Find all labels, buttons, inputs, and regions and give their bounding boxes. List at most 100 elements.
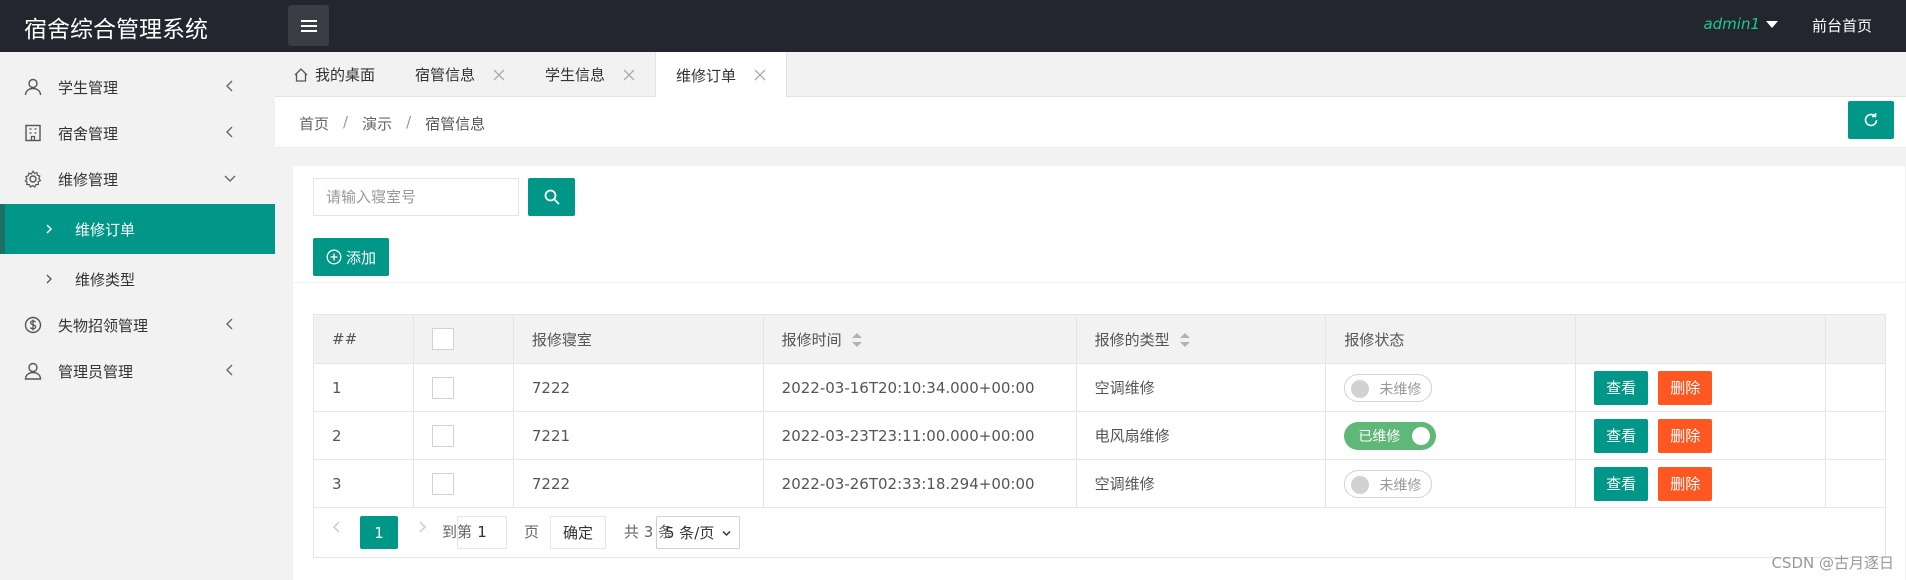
column-header-room: 报修寝室: [512, 314, 764, 364]
username: admin1: [1703, 15, 1760, 33]
sort-icon[interactable]: [1179, 333, 1190, 347]
sidebar-subitem-label: 维修订单: [75, 220, 136, 239]
dollar-circle-icon: [24, 316, 42, 334]
close-icon[interactable]: [623, 69, 635, 81]
room-search-input[interactable]: [313, 178, 519, 216]
tab-repair-orders[interactable]: 维修订单: [655, 52, 788, 98]
close-icon[interactable]: [754, 69, 766, 81]
status-switch[interactable]: 已维修: [1344, 421, 1437, 450]
table-row: 3 7222 2022-03-26T02:33:18.294+00:00 空调维…: [313, 459, 1887, 508]
status-switch[interactable]: 未维修: [1344, 469, 1433, 498]
page-size-value: 5 条/页: [665, 524, 715, 542]
menu-toggle-button[interactable]: [288, 5, 329, 46]
tab-dorm-admin-info[interactable]: 宿管信息: [415, 52, 505, 97]
breadcrumb-separator: /: [406, 113, 412, 131]
refresh-button[interactable]: [1848, 101, 1894, 139]
table-row: 2 7221 2022-03-23T23:11:00.000+00:00 电风扇…: [313, 411, 1887, 460]
tab-student-info[interactable]: 学生信息: [545, 52, 635, 97]
chevron-left-icon: [226, 364, 233, 376]
tab-my-desktop[interactable]: 我的桌面: [293, 52, 375, 97]
prev-page-icon[interactable]: [332, 520, 342, 534]
view-button[interactable]: 查看: [1594, 418, 1649, 453]
column-header-label: 报修的类型: [1094, 330, 1170, 349]
breadcrumb-bar: 首页 / 演示 / 宿管信息: [275, 97, 1906, 148]
add-button-label: 添加: [345, 248, 376, 267]
cell-status: 未维修: [1325, 459, 1577, 508]
column-header-index: ##: [313, 314, 414, 364]
page-size-select[interactable]: 5 条/页: [656, 516, 740, 549]
close-icon[interactable]: [493, 69, 505, 81]
sidebar-item-label: 学生管理: [58, 78, 119, 97]
tab-label: 学生信息: [545, 66, 606, 84]
delete-button[interactable]: 删除: [1658, 370, 1713, 405]
repair-orders-table: ## 报修寝室 报修时间 报修的类型 报修状态 1 7222 2022-03-1…: [313, 314, 1887, 508]
add-circle-icon: [326, 249, 342, 265]
row-checkbox[interactable]: [431, 424, 454, 447]
chevron-down-icon: [224, 175, 236, 182]
cell-time: 2022-03-23T23:11:00.000+00:00: [762, 411, 1077, 460]
content-card: 添加 ## 报修寝室 报修时间 报修的类型 报修状态 1 7222 202: [293, 166, 1905, 580]
chevron-left-icon: [226, 318, 233, 330]
goto-page-input[interactable]: 1: [457, 516, 507, 549]
column-header-type[interactable]: 报修的类型: [1075, 314, 1327, 364]
status-switch[interactable]: 未维修: [1344, 373, 1433, 402]
row-checkbox[interactable]: [431, 376, 454, 399]
admin-user-icon: [24, 362, 42, 380]
sidebar-item-lost-found[interactable]: 失物招领管理: [0, 302, 275, 348]
sidebar-subitem-repair-orders[interactable]: 维修订单: [0, 204, 275, 254]
sidebar-subitem-label: 维修类型: [75, 270, 136, 289]
delete-button[interactable]: 删除: [1658, 418, 1713, 453]
front-home-link[interactable]: 前台首页: [1812, 15, 1872, 36]
cell-extra: [1824, 363, 1887, 412]
goto-confirm-button[interactable]: 确定: [550, 516, 606, 549]
cell-time: 2022-03-16T20:10:34.000+00:00: [762, 363, 1077, 412]
tab-label: 维修订单: [676, 66, 737, 85]
cell-room: 7221: [512, 411, 764, 460]
sidebar-item-admins[interactable]: 管理员管理: [0, 348, 275, 394]
column-header-status: 报修状态: [1325, 314, 1577, 364]
app-title: 宿舍综合管理系统: [24, 17, 208, 43]
cell-status: 未维修: [1325, 363, 1577, 412]
building-icon: [25, 124, 41, 142]
sidebar-item-repairs[interactable]: 维修管理: [0, 156, 275, 202]
cell-time: 2022-03-26T02:33:18.294+00:00: [762, 459, 1077, 508]
page-number-current[interactable]: 1: [360, 516, 398, 549]
column-header-select: [412, 314, 514, 364]
switch-knob: [1412, 426, 1431, 445]
chevron-left-icon: [226, 80, 233, 92]
add-button[interactable]: 添加: [313, 238, 389, 276]
user-menu[interactable]: admin1: [1703, 15, 1778, 33]
sidebar-item-label: 维修管理: [58, 170, 119, 189]
delete-button[interactable]: 删除: [1658, 466, 1713, 501]
gear-icon: [24, 170, 42, 188]
table-row: 1 7222 2022-03-16T20:10:34.000+00:00 空调维…: [313, 363, 1887, 412]
sidebar-subitem-repair-types[interactable]: 维修类型: [0, 254, 275, 304]
cell-extra: [1824, 459, 1887, 508]
chevron-left-icon: [226, 126, 233, 138]
column-header-time[interactable]: 报修时间: [762, 314, 1077, 364]
cell-index: 1: [313, 363, 414, 412]
page-unit-label: 页: [524, 523, 540, 541]
table-header-row: ## 报修寝室 报修时间 报修的类型 报修状态: [313, 314, 1887, 364]
next-page-icon[interactable]: [417, 520, 427, 534]
status-text: 已维修: [1358, 428, 1401, 445]
breadcrumb-home[interactable]: 首页: [299, 113, 329, 134]
cell-index: 3: [313, 459, 414, 508]
view-button[interactable]: 查看: [1594, 466, 1649, 501]
breadcrumb-demo[interactable]: 演示: [362, 113, 392, 134]
caret-down-icon: [1766, 20, 1778, 28]
cell-type: 电风扇维修: [1075, 411, 1327, 460]
sidebar-item-students[interactable]: 学生管理: [0, 64, 275, 110]
cell-type: 空调维修: [1075, 363, 1327, 412]
row-checkbox[interactable]: [431, 472, 454, 495]
tab-label: 宿管信息: [415, 66, 476, 84]
sidebar-item-dorms[interactable]: 宿舍管理: [0, 110, 275, 156]
select-all-checkbox[interactable]: [431, 328, 454, 350]
breadcrumb: 首页 / 演示 / 宿管信息: [299, 113, 485, 134]
cell-status: 已维修: [1325, 411, 1577, 460]
user-icon: [24, 78, 42, 96]
view-button[interactable]: 查看: [1594, 370, 1649, 405]
cell-select: [412, 411, 514, 460]
search-button[interactable]: [528, 178, 575, 216]
sort-icon[interactable]: [851, 333, 862, 347]
